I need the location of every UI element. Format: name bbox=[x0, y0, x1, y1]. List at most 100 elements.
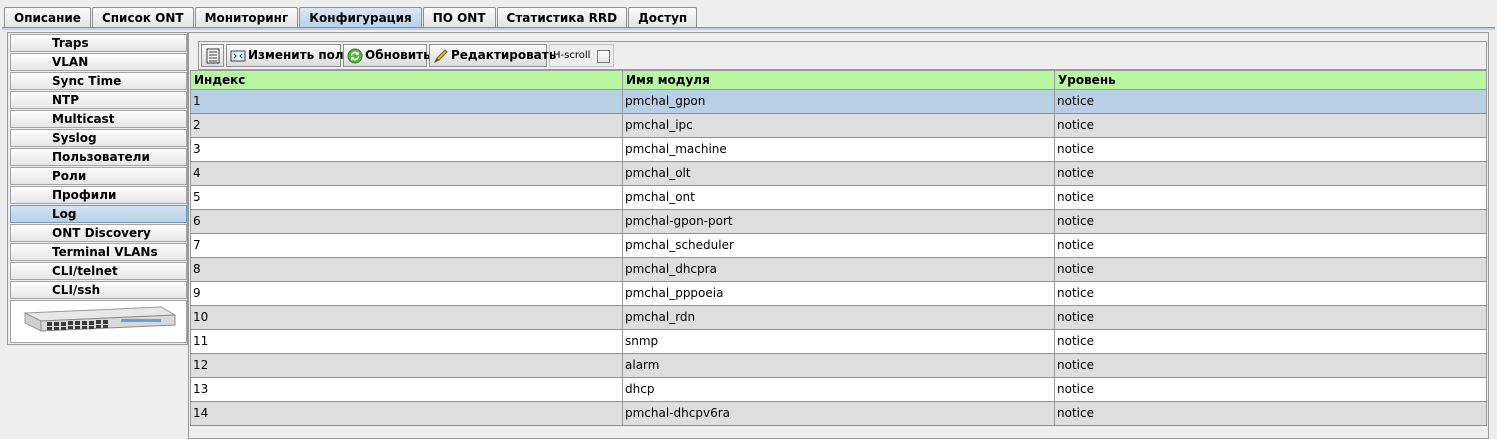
tab-underline bbox=[2, 27, 1495, 30]
cell-module-name: pmchal_gpon bbox=[623, 90, 1055, 113]
table-row[interactable]: 8 pmchal_dhcpra notice bbox=[190, 258, 1487, 282]
column-chooser-button[interactable] bbox=[201, 44, 224, 67]
table-row[interactable]: 12 alarm notice bbox=[190, 354, 1487, 378]
cell-level: notice bbox=[1057, 334, 1094, 348]
cell-module-name: snmp bbox=[623, 330, 1055, 353]
cell-index: 9 bbox=[191, 282, 623, 305]
column-header-index[interactable]: Индекс bbox=[191, 71, 623, 89]
table-row[interactable]: 14 pmchal-dhcpv6ra notice bbox=[190, 402, 1487, 426]
cell-index: 4 bbox=[191, 162, 623, 185]
table-row[interactable]: 2 pmchal_ipc notice bbox=[190, 114, 1487, 138]
cell-index: 5 bbox=[191, 186, 623, 209]
cell-index: 12 bbox=[191, 354, 623, 377]
table-row[interactable]: 9 pmchal_pppoeia notice bbox=[190, 282, 1487, 306]
log-table: Индекс Имя модуля Уровень 1 pmchal_gpon no… bbox=[190, 70, 1487, 426]
table-row[interactable]: 1 pmchal_gpon notice bbox=[190, 90, 1487, 114]
cell-level: notice bbox=[1057, 94, 1094, 108]
cell-index: 1 bbox=[191, 90, 623, 113]
hscroll-checkbox[interactable] bbox=[597, 50, 610, 63]
cell-level: notice bbox=[1057, 382, 1094, 396]
list-icon bbox=[206, 48, 220, 64]
app-window: Описание Список ONT Мониторинг Конфигура… bbox=[0, 0, 1497, 439]
sidebar-item-vlan[interactable]: VLAN bbox=[10, 53, 187, 71]
tab-ont-firmware[interactable]: ПО ONT bbox=[422, 7, 496, 28]
cell-level: notice bbox=[1057, 358, 1094, 372]
tab-rrd-statistics[interactable]: Статистика RRD bbox=[496, 7, 628, 28]
sidebar-item-cli-ssh[interactable]: CLI/ssh bbox=[10, 281, 187, 299]
refresh-button[interactable]: Обновить bbox=[343, 44, 431, 67]
sidebar-item-roles[interactable]: Роли bbox=[10, 167, 187, 185]
refresh-icon bbox=[347, 48, 363, 64]
cell-index: 14 bbox=[191, 402, 623, 425]
cell-index: 11 bbox=[191, 330, 623, 353]
cell-module-name: pmchal_pppoeia bbox=[623, 282, 1055, 305]
cell-index: 3 bbox=[191, 138, 623, 161]
cell-level: notice bbox=[1057, 118, 1094, 132]
edit-fields-label: Изменить поля bbox=[248, 48, 352, 62]
sidebar-item-multicast[interactable]: Multicast bbox=[10, 110, 187, 128]
cell-module-name: pmchal_ont bbox=[623, 186, 1055, 209]
tab-description[interactable]: Описание bbox=[4, 7, 91, 28]
sidebar-item-users[interactable]: Пользователи bbox=[10, 148, 187, 166]
cell-level: notice bbox=[1057, 190, 1094, 204]
sidebar-item-sync-time[interactable]: Sync Time bbox=[10, 72, 187, 90]
fields-icon bbox=[230, 50, 246, 62]
cell-index: 2 bbox=[191, 114, 623, 137]
cell-module-name: pmchal_scheduler bbox=[623, 234, 1055, 257]
cell-module-name: pmchal_rdn bbox=[623, 306, 1055, 329]
cell-level: notice bbox=[1057, 142, 1094, 156]
table-row[interactable]: 5 pmchal_ont notice bbox=[190, 186, 1487, 210]
sidebar-item-terminal-vlans[interactable]: Terminal VLANs bbox=[10, 243, 187, 261]
cell-level: notice bbox=[1057, 262, 1094, 276]
cell-module-name: pmchal_machine bbox=[623, 138, 1055, 161]
refresh-label: Обновить bbox=[365, 48, 431, 62]
column-header-level[interactable]: Уровень bbox=[1055, 71, 1486, 89]
cell-level: notice bbox=[1057, 406, 1094, 420]
tab-monitoring[interactable]: Мониторинг bbox=[194, 7, 299, 28]
cell-module-name: alarm bbox=[623, 354, 1055, 377]
sidebar-item-syslog[interactable]: Syslog bbox=[10, 129, 187, 147]
sidebar-item-profiles[interactable]: Профили bbox=[10, 186, 187, 204]
main-tabs: Описание Список ONT Мониторинг Конфигура… bbox=[4, 7, 698, 28]
edit-button[interactable]: Редактировать bbox=[429, 44, 556, 67]
cell-level: notice bbox=[1057, 214, 1094, 228]
cell-level: notice bbox=[1057, 166, 1094, 180]
hscroll-label: H-scroll bbox=[553, 50, 591, 61]
cell-module-name: pmchal-dhcpv6ra bbox=[623, 402, 1055, 425]
edit-label: Редактировать bbox=[451, 48, 557, 62]
sidebar-item-log[interactable]: Log bbox=[10, 205, 187, 223]
olt-device-illustration bbox=[23, 306, 177, 332]
column-header-module-name[interactable]: Имя модуля bbox=[623, 71, 1055, 89]
main-panel: Изменить поля Обновить Редактировать H-s… bbox=[188, 32, 1489, 439]
edit-fields-button[interactable]: Изменить поля bbox=[226, 44, 351, 67]
table-row[interactable]: 10 pmchal_rdn notice bbox=[190, 306, 1487, 330]
sidebar-item-cli-telnet[interactable]: CLI/telnet bbox=[10, 262, 187, 280]
pencil-icon bbox=[433, 49, 448, 64]
cell-module-name: pmchal_ipc bbox=[623, 114, 1055, 137]
toolbar: Изменить поля Обновить Редактировать H-s… bbox=[198, 41, 1487, 70]
cell-module-name: pmchal-gpon-port bbox=[623, 210, 1055, 233]
tab-ont-list[interactable]: Список ONT bbox=[91, 7, 194, 28]
cell-level: notice bbox=[1057, 286, 1094, 300]
cell-level: notice bbox=[1057, 238, 1094, 252]
table-row[interactable]: 4 pmchal_olt notice bbox=[190, 162, 1487, 186]
sidebar-item-ont-discovery[interactable]: ONT Discovery bbox=[10, 224, 187, 242]
cell-index: 13 bbox=[191, 378, 623, 401]
tab-access[interactable]: Доступ bbox=[628, 7, 698, 28]
tab-configuration[interactable]: Конфигурация bbox=[299, 7, 422, 28]
sidebar: Traps VLAN Sync Time NTP Multicast Syslo… bbox=[7, 32, 188, 345]
table-body: 1 pmchal_gpon notice 2 pmchal_ipc notice 3 pmch… bbox=[190, 90, 1487, 426]
table-row[interactable]: 13 dhcp notice bbox=[190, 378, 1487, 402]
cell-index: 10 bbox=[191, 306, 623, 329]
cell-index: 6 bbox=[191, 210, 623, 233]
device-image bbox=[10, 300, 187, 343]
table-row[interactable]: 7 pmchal_scheduler notice bbox=[190, 234, 1487, 258]
table-row[interactable]: 3 pmchal_machine notice bbox=[190, 138, 1487, 162]
table-row[interactable]: 11 snmp notice bbox=[190, 330, 1487, 354]
table-header: Индекс Имя модуля Уровень bbox=[190, 70, 1487, 90]
table-row[interactable]: 6 pmchal-gpon-port notice bbox=[190, 210, 1487, 234]
hscroll-toggle[interactable]: H-scroll bbox=[549, 44, 614, 67]
sidebar-item-traps[interactable]: Traps bbox=[10, 34, 187, 52]
cell-index: 7 bbox=[191, 234, 623, 257]
sidebar-item-ntp[interactable]: NTP bbox=[10, 91, 187, 109]
